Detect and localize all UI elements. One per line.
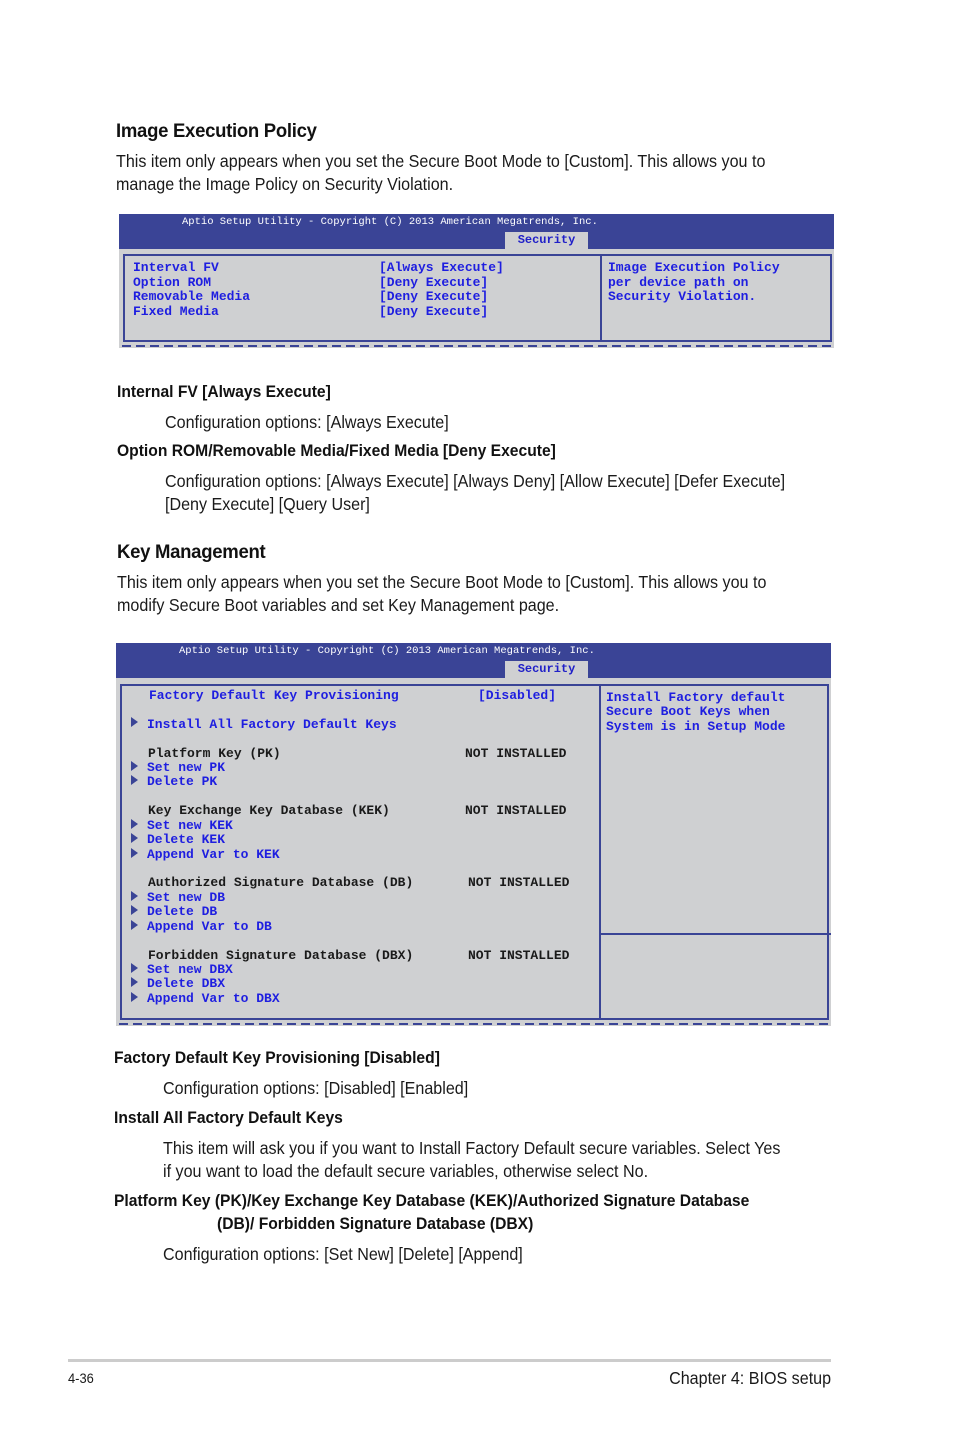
subsection-heading: Factory Default Key Provisioning [Disabl… [114, 1048, 440, 1067]
subsection-text: [Deny Execute] [Query User] [165, 494, 370, 514]
bios-value-fixed-media[interactable]: [Deny Execute] [379, 304, 488, 320]
bios-status-pk: NOT INSTALLED [465, 746, 567, 761]
submenu-arrow-icon [131, 819, 138, 829]
bios-copyright: Aptio Setup Utility - Copyright (C) 2013… [182, 216, 598, 228]
bios-help-divider [599, 684, 601, 1020]
bios-group-label-kek: Key Exchange Key Database (KEK) [148, 803, 390, 818]
bios-screen-key-management: Aptio Setup Utility - Copyright (C) 2013… [116, 643, 831, 1026]
submenu-arrow-icon [131, 920, 138, 930]
page-number: 4-36 [68, 1370, 94, 1386]
bios-screen-image-execution-policy: Aptio Setup Utility - Copyright (C) 2013… [119, 214, 834, 348]
submenu-arrow-icon [131, 905, 138, 915]
section-title-key-management: Key Management [117, 541, 266, 563]
submenu-arrow-icon [131, 848, 138, 858]
submenu-arrow-icon [131, 775, 138, 785]
submenu-arrow-icon [131, 977, 138, 987]
bios-help-text: System is in Setup Mode [606, 719, 786, 734]
bios-help-text: Security Violation. [608, 289, 757, 304]
bios-item-factory-default-key-provisioning[interactable]: Factory Default Key Provisioning [149, 688, 399, 704]
bios-bottom-dashes [122, 345, 834, 347]
tab-security[interactable]: Security [505, 661, 588, 678]
section-description-line: This item only appears when you set the … [116, 151, 766, 171]
section-description-line: modify Secure Boot variables and set Key… [117, 595, 560, 615]
bios-item-delete-dbx[interactable]: Delete DBX [147, 976, 225, 992]
bios-value-factory-default-key-provisioning[interactable]: [Disabled] [478, 688, 556, 704]
section-description-line: This item only appears when you set the … [117, 572, 767, 592]
submenu-arrow-icon [131, 891, 138, 901]
subsection-heading: Internal FV [Always Execute] [117, 382, 331, 401]
submenu-arrow-icon [131, 963, 138, 973]
subsection-text: Configuration options: [Set New] [Delete… [163, 1244, 523, 1264]
subsection-text: This item will ask you if you want to In… [163, 1138, 781, 1158]
subsection-heading: Option ROM/Removable Media/Fixed Media [… [117, 441, 556, 460]
bios-item-append-var-to-db[interactable]: Append Var to DB [147, 919, 272, 935]
bios-item-fixed-media[interactable]: Fixed Media [133, 304, 219, 320]
section-description-line: manage the Image Policy on Security Viol… [116, 174, 454, 194]
bios-item-interval-fv[interactable]: Interval FV [133, 260, 219, 276]
bios-item-removable-media[interactable]: Removable Media [133, 289, 250, 305]
subsection-heading: Install All Factory Default Keys [114, 1108, 343, 1127]
bios-help-text: Image Execution Policy [608, 260, 780, 275]
bios-status-kek: NOT INSTALLED [465, 803, 567, 818]
bios-help-text: Secure Boot Keys when [606, 704, 770, 719]
bios-item-append-var-to-kek[interactable]: Append Var to KEK [147, 847, 280, 863]
submenu-arrow-icon [131, 761, 138, 771]
bios-item-delete-pk[interactable]: Delete PK [147, 774, 217, 790]
bios-item-install-all-factory-default-keys[interactable]: Install All Factory Default Keys [147, 717, 397, 733]
section-title-image-execution-policy: Image Execution Policy [116, 120, 317, 142]
bios-item-delete-db[interactable]: Delete DB [147, 904, 217, 920]
bios-help-divider [600, 254, 602, 342]
bios-copyright: Aptio Setup Utility - Copyright (C) 2013… [179, 645, 595, 657]
bios-status-dbx: NOT INSTALLED [468, 948, 570, 963]
subsection-text: Configuration options: [Disabled] [Enabl… [163, 1078, 469, 1098]
subsection-text: Configuration options: [Always Execute] [165, 412, 449, 432]
subsection-heading: Platform Key (PK)/Key Exchange Key Datab… [114, 1191, 750, 1210]
bios-item-delete-kek[interactable]: Delete KEK [147, 832, 225, 848]
submenu-arrow-icon [131, 833, 138, 843]
submenu-arrow-icon [131, 992, 138, 1002]
subsection-text: if you want to load the default secure v… [163, 1161, 649, 1181]
footer-divider [68, 1359, 831, 1362]
bios-status-db: NOT INSTALLED [468, 875, 570, 890]
bios-bottom-dashes [119, 1023, 831, 1025]
subsection-text: Configuration options: [Always Execute] … [165, 471, 786, 491]
tab-security[interactable]: Security [505, 232, 588, 249]
chapter-title: Chapter 4: BIOS setup [669, 1368, 831, 1388]
bios-help-hdivider [599, 933, 831, 935]
submenu-arrow-icon [131, 717, 138, 727]
bios-group-label-db: Authorized Signature Database (DB) [148, 875, 414, 890]
bios-value-interval-fv[interactable]: [Always Execute] [379, 260, 504, 276]
bios-value-removable-media[interactable]: [Deny Execute] [379, 289, 488, 305]
bios-item-append-var-to-dbx[interactable]: Append Var to DBX [147, 991, 280, 1007]
subsection-heading: (DB)/ Forbidden Signature Database (DBX) [217, 1214, 534, 1233]
